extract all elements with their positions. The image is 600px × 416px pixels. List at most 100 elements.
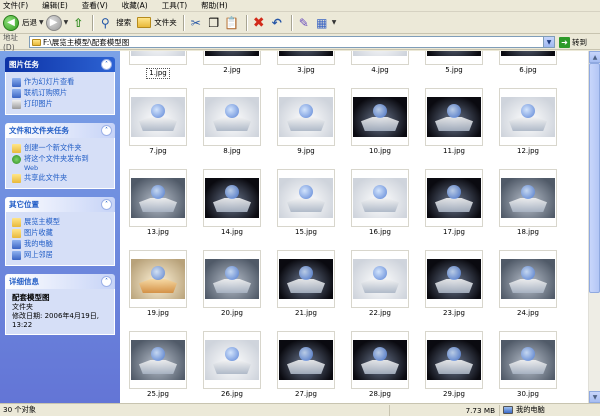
thumbnail-label[interactable]: 1.jpg [146,68,170,79]
thumbnail-label[interactable]: 25.jpg [147,390,169,398]
publish-web-sub[interactable]: Web [12,164,110,172]
chevron-down-icon[interactable]: ▼ [543,37,554,47]
thumbnail-frame[interactable] [129,51,187,65]
thumbnail-label[interactable]: 17.jpg [443,228,465,236]
menu-favorites[interactable]: 收藏(A) [122,0,148,12]
thumbnail-label[interactable]: 5.jpg [445,66,463,74]
delete-button[interactable]: ✖ [251,13,267,33]
thumbnail-item[interactable]: 17.jpg [425,169,483,237]
thumbnail-label[interactable]: 24.jpg [517,309,539,317]
thumbnail-frame[interactable] [203,331,261,389]
chevron-down-icon[interactable]: ▼ [39,19,44,26]
thumbnail-frame[interactable] [277,250,335,308]
thumbnail-item[interactable]: 21.jpg [277,250,335,318]
thumbnail-frame[interactable] [499,169,557,227]
thumbnail-frame[interactable] [425,51,483,65]
thumbnail-frame[interactable] [277,88,335,146]
thumbnail-label[interactable]: 8.jpg [223,147,241,155]
place-my-computer[interactable]: 我的电脑 [12,239,110,249]
thumbnail-frame[interactable] [203,51,261,65]
thumbnail-label[interactable]: 9.jpg [297,147,315,155]
thumbnail-item[interactable]: 6.jpg [499,51,557,75]
scroll-up-arrow-icon[interactable]: ▲ [589,51,600,63]
thumbnail-item[interactable]: 11.jpg [425,88,483,156]
thumbnail-frame[interactable] [499,88,557,146]
thumbnail-item[interactable]: 12.jpg [499,88,557,156]
thumbnail-frame[interactable] [425,169,483,227]
details-header[interactable]: 详细信息 ˄ [5,274,115,289]
new-folder-task[interactable]: 创建一个新文件夹 [12,143,110,153]
thumbnail-frame[interactable] [277,169,335,227]
thumbnail-frame[interactable] [129,250,187,308]
thumbnail-item[interactable]: 15.jpg [277,169,335,237]
go-button[interactable]: ➜ 转到 [559,36,587,48]
thumbnail-item[interactable]: 29.jpg [425,331,483,399]
back-button[interactable]: ◀ 后退 ▼ [3,13,44,33]
thumbnail-label[interactable]: 26.jpg [221,390,243,398]
menu-file[interactable]: 文件(F) [3,0,28,12]
thumbnail-item[interactable]: 5.jpg [425,51,483,75]
thumbnail-item[interactable]: 22.jpg [351,250,409,318]
thumbnail-frame[interactable] [277,51,335,65]
menu-help[interactable]: 帮助(H) [201,0,228,12]
thumbnail-item[interactable]: 16.jpg [351,169,409,237]
thumbnail-item[interactable]: 7.jpg [129,88,187,156]
thumbnail-frame[interactable] [425,331,483,389]
thumbnail-item[interactable]: 8.jpg [203,88,261,156]
thumbnail-label[interactable]: 11.jpg [443,147,465,155]
collapse-icon[interactable]: ˄ [101,59,112,70]
folders-button[interactable]: 文件夹 [137,13,177,33]
properties-button[interactable]: ✎ [296,13,312,33]
address-input[interactable]: F:\展览主模型\配套模型图 ▼ [29,36,555,48]
thumbnail-item[interactable]: 28.jpg [351,331,409,399]
thumbnail-label[interactable]: 6.jpg [519,66,537,74]
thumbnail-label[interactable]: 28.jpg [369,390,391,398]
thumbnail-frame[interactable] [425,88,483,146]
place-my-pictures[interactable]: 图片收藏 [12,228,110,238]
thumbnail-item[interactable]: 19.jpg [129,250,187,318]
thumbnail-frame[interactable] [499,51,557,65]
vertical-scrollbar[interactable]: ▲ ▼ [588,51,600,403]
thumbnail-item[interactable]: 20.jpg [203,250,261,318]
thumbnail-label[interactable]: 18.jpg [517,228,539,236]
thumbnail-label[interactable]: 22.jpg [369,309,391,317]
thumbnail-frame[interactable] [203,250,261,308]
undo-button[interactable]: ↶ [269,13,285,33]
thumbnail-label[interactable]: 2.jpg [223,66,241,74]
thumbnail-label[interactable]: 19.jpg [147,309,169,317]
thumbnail-frame[interactable] [351,51,409,65]
collapse-icon[interactable]: ˄ [101,125,112,136]
menu-tools[interactable]: 工具(T) [162,0,187,12]
thumbnail-label[interactable]: 16.jpg [369,228,391,236]
thumbnail-label[interactable]: 29.jpg [443,390,465,398]
thumbnail-label[interactable]: 23.jpg [443,309,465,317]
cut-button[interactable]: ✂ [188,13,204,33]
thumbnail-item[interactable]: 1.jpg [129,51,187,79]
thumbnail-item[interactable]: 9.jpg [277,88,335,156]
forward-button[interactable]: ▶ ▼ [45,13,69,33]
thumbnail-item[interactable]: 4.jpg [351,51,409,75]
thumbnail-item[interactable]: 14.jpg [203,169,261,237]
other-places-header[interactable]: 其它位置 ˄ [5,197,115,212]
thumbnail-label[interactable]: 4.jpg [371,66,389,74]
thumbnail-frame[interactable] [351,88,409,146]
thumbnail-label[interactable]: 15.jpg [295,228,317,236]
thumbnail-frame[interactable] [129,169,187,227]
thumbnail-frame[interactable] [203,88,261,146]
scroll-down-arrow-icon[interactable]: ▼ [589,391,600,403]
thumbnail-frame[interactable] [277,331,335,389]
thumbnail-item[interactable]: 18.jpg [499,169,557,237]
thumbnail-label[interactable]: 20.jpg [221,309,243,317]
thumbnail-frame[interactable] [499,250,557,308]
thumbnail-label[interactable]: 21.jpg [295,309,317,317]
place-main-model[interactable]: 展览主模型 [12,217,110,227]
search-button[interactable]: ⚲ 搜索 [97,13,131,33]
thumbnail-item[interactable]: 3.jpg [277,51,335,75]
thumbnail-frame[interactable] [351,331,409,389]
file-tasks-header[interactable]: 文件和文件夹任务 ˄ [5,123,115,138]
thumbnail-label[interactable]: 7.jpg [149,147,167,155]
chevron-down-icon[interactable]: ▼ [64,19,69,26]
menu-view[interactable]: 查看(V) [82,0,108,12]
scroll-track[interactable] [589,63,600,391]
thumbnail-frame[interactable] [129,88,187,146]
